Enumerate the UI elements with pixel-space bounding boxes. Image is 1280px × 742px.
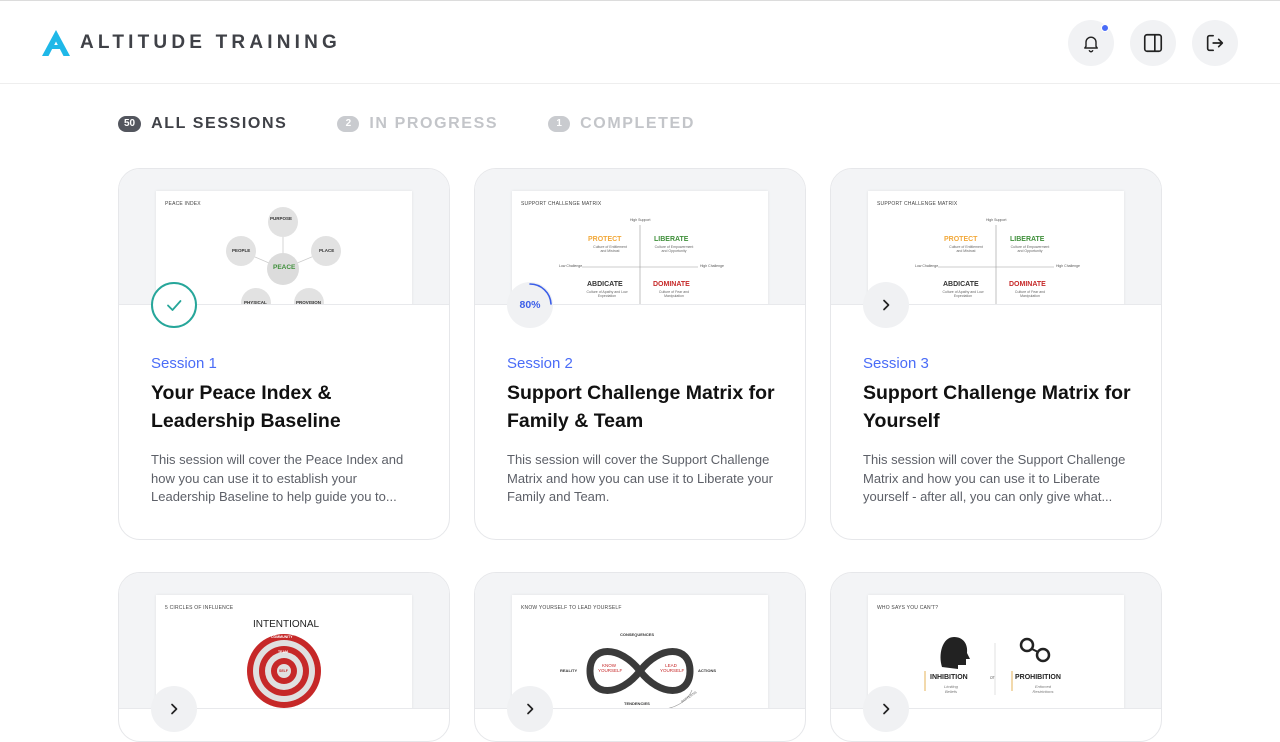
chevron-right-icon (883, 703, 890, 715)
peace-index-diagram (226, 207, 341, 304)
inhibition-sub: Limiting Beliefs (944, 684, 958, 694)
ring-label: COMMUNITY (271, 635, 293, 639)
ring-label: SELF (279, 669, 288, 673)
bell-icon (1084, 36, 1098, 53)
quadrant-label: DOMINATE (653, 281, 690, 288)
peace-center-label: PEACE (273, 264, 296, 271)
completed-status-badge (151, 282, 197, 328)
open-session-button[interactable] (863, 686, 909, 732)
quadrant-label: ABDICATE (943, 281, 979, 288)
session-title: Support Challenge Matrix for Family & Te… (507, 382, 775, 432)
loop-label-top: CONSEQUENCES (620, 632, 655, 637)
loop-label-bottom: TENDENCIES (624, 701, 650, 706)
quadrant-sub: Culture of Fear and Manipulation (658, 290, 690, 298)
session-title: Your Peace Index & Leadership Baseline (151, 382, 341, 432)
quadrant-label: PROTECT (944, 236, 978, 243)
chevron-right-icon (527, 703, 534, 715)
check-icon (167, 300, 182, 311)
logout-button[interactable] (1192, 20, 1238, 66)
axis-label: High Challenge (1056, 264, 1080, 268)
tab-label: ALL SESSIONS (151, 115, 288, 132)
brand[interactable]: ALTITUDE TRAINING (42, 30, 341, 56)
slide-preview: WHO SAYS YOU CAN'T? INHIBITION Limiting … (868, 595, 1124, 708)
quadrant-label: ABDICATE (587, 281, 623, 288)
inhibition-label: INHIBITION (930, 674, 968, 681)
tab-all-sessions[interactable]: 50 ALL SESSIONS (118, 115, 287, 133)
node-label: PEOPLE (232, 248, 251, 253)
session-card[interactable]: SUPPORT CHALLENGE MATRIX High Support Lo… (474, 168, 806, 540)
session-card[interactable]: 5 CIRCLES OF INFLUENCE INTENTIONAL COMMU… (118, 572, 450, 742)
quadrant-sub: Culture of Fear and Manipulation (1014, 290, 1046, 298)
slide-preview: SUPPORT CHALLENGE MATRIX High Support Lo… (868, 191, 1124, 304)
tab-count-badge: 2 (337, 116, 360, 132)
ring-label: TEAM (278, 650, 288, 654)
session-card[interactable]: PEACE INDEX PURPOSE PEOPLE PLACE PEACE P… (118, 168, 450, 540)
notifications-button[interactable] (1068, 20, 1114, 66)
or-label: or (990, 675, 995, 681)
node-label: PURPOSE (270, 216, 293, 221)
open-session-button[interactable] (863, 282, 909, 328)
loop-label-right: ACTIONS (698, 668, 716, 673)
quadrant-label: PROTECT (588, 236, 622, 243)
inhibition-prohibition-diagram (924, 637, 1051, 695)
session-filter-tabs: 50 ALL SESSIONS 2 IN PROGRESS 1 COMPLETE… (118, 115, 745, 133)
prohibition-sub: Enforced Restrictions (1032, 684, 1054, 694)
session-title: Support Challenge Matrix for Yourself (863, 382, 1131, 432)
quadrant-sub: Culture of Entitlement and Mistrust (593, 245, 627, 253)
quadrant-label: LIBERATE (1010, 236, 1045, 243)
quadrant-label: LIBERATE (654, 236, 689, 243)
quadrant-sub: Culture of Empowerment and Opportunity (1010, 245, 1050, 253)
logout-icon (1206, 34, 1224, 52)
progress-ring (529, 283, 552, 305)
axis-label: High Support (986, 218, 1007, 222)
axis-label: Low Challenge (915, 264, 939, 268)
slide-preview: KNOW YOURSELF TO LEAD YOURSELF CONSEQUEN… (512, 595, 768, 708)
loop-lead-yourself: LEAD YOURSELF (660, 663, 685, 673)
toggle-panel-button[interactable] (1130, 20, 1176, 66)
notification-dot (1101, 24, 1109, 32)
session-number: Session 3 (863, 355, 929, 372)
open-session-button[interactable] (507, 686, 553, 732)
support-challenge-diagram (938, 225, 1054, 304)
altitude-logo-icon (42, 30, 70, 56)
tab-count-badge: 1 (548, 116, 571, 132)
node-label: PLACE (319, 248, 335, 253)
axis-label: High Challenge (700, 264, 724, 268)
loop-know-yourself: KNOW YOURSELF (598, 663, 623, 673)
tab-label: COMPLETED (580, 115, 695, 132)
session-description: This session will cover the Support Chal… (507, 452, 773, 504)
tab-in-progress[interactable]: 2 IN PROGRESS (337, 115, 498, 133)
loop-label-left: REALITY (560, 668, 578, 673)
session-card[interactable]: KNOW YOURSELF TO LEAD YOURSELF CONSEQUEN… (474, 572, 806, 742)
quadrant-label: DOMINATE (1009, 281, 1046, 288)
session-number: Session 1 (151, 355, 217, 372)
prohibition-label: PROHIBITION (1015, 674, 1061, 681)
quadrant-sub: Culture of Apathy and Low Expectation (942, 290, 984, 298)
session-card[interactable]: WHO SAYS YOU CAN'T? INHIBITION Limiting … (830, 572, 1162, 742)
chevron-right-icon (883, 299, 890, 311)
top-bar: ALTITUDE TRAINING (0, 0, 1280, 84)
slide-preview: PEACE INDEX PURPOSE PEOPLE PLACE PEACE P… (156, 191, 412, 305)
sidebar-panel-icon (1143, 33, 1163, 53)
axis-label: Low Challenge (559, 264, 583, 268)
session-description: This session will cover the Support Chal… (863, 452, 1126, 504)
tab-count-badge: 50 (118, 116, 142, 132)
brand-name: ALTITUDE TRAINING (80, 32, 342, 53)
open-session-button[interactable] (151, 686, 197, 732)
session-description: This session will cover the Peace Index … (151, 452, 404, 504)
quadrant-sub: Culture of Empowerment and Opportunity (654, 245, 694, 253)
tab-completed[interactable]: 1 COMPLETED (548, 115, 695, 133)
chevron-right-icon (171, 703, 178, 715)
quadrant-sub: Culture of Apathy and Low Expectation (586, 290, 628, 298)
node-label: PROVISION (296, 300, 322, 305)
quadrant-sub: Culture of Entitlement and Mistrust (949, 245, 983, 253)
node-label: PHYSICAL (244, 300, 267, 305)
session-card[interactable]: SUPPORT CHALLENGE MATRIX High Support Lo… (830, 168, 1162, 540)
progress-status-badge: 80% (507, 282, 553, 328)
axis-label: High Support (630, 218, 651, 222)
infinity-loop-diagram (586, 648, 694, 708)
slide-preview: 5 CIRCLES OF INFLUENCE INTENTIONAL COMMU… (156, 595, 412, 708)
session-number: Session 2 (507, 355, 573, 372)
tab-label: IN PROGRESS (369, 115, 499, 132)
